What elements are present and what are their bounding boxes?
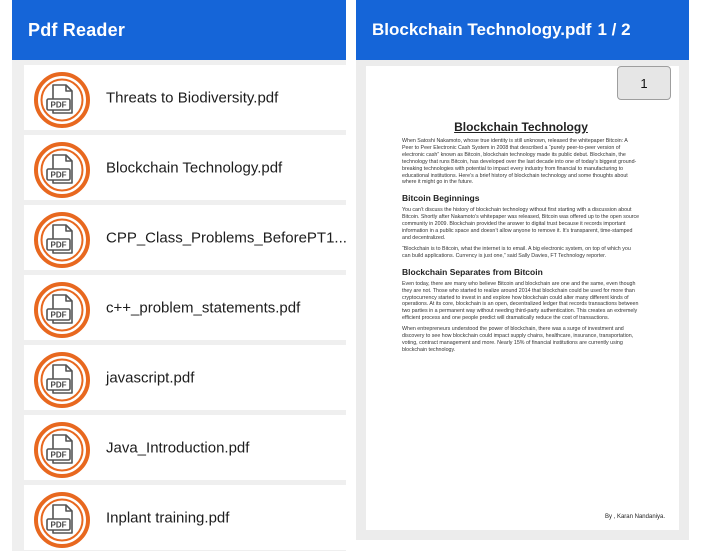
pdf-file-icon: PDF bbox=[34, 352, 90, 408]
pdf-icon-label: PDF bbox=[51, 171, 67, 180]
pdf-file-icon: PDF bbox=[34, 422, 90, 478]
pdf-reader-panel: Pdf Reader PDF Threats to Biodiversity.pd… bbox=[12, 0, 346, 551]
file-list-item[interactable]: PDF Blockchain Technology.pdf bbox=[24, 135, 346, 200]
doc-heading-beginnings: Bitcoin Beginnings bbox=[402, 193, 480, 204]
file-list-item[interactable]: PDF Threats to Biodiversity.pdf bbox=[24, 65, 346, 130]
file-list-item[interactable]: PDF javascript.pdf bbox=[24, 345, 346, 410]
pdf-file-icon: PDF bbox=[34, 212, 90, 268]
app-title: Pdf Reader bbox=[28, 19, 126, 40]
file-list-item[interactable]: PDF Java_Introduction.pdf bbox=[24, 415, 346, 480]
file-list-item[interactable]: PDF CPP_Class_Problems_BeforePT1.... bbox=[24, 205, 346, 270]
pdf-icon-label: PDF bbox=[51, 521, 67, 530]
pdf-icon-label: PDF bbox=[51, 311, 67, 320]
file-list-item[interactable]: PDF c++_problem_statements.pdf bbox=[24, 275, 346, 340]
file-list: PDF Threats to Biodiversity.pdf PDF Blockch… bbox=[24, 65, 346, 551]
doc-intro: When Satoshi Nakamoto, whose true identi… bbox=[402, 138, 637, 186]
file-name: Inplant training.pdf bbox=[106, 509, 230, 526]
file-name: Java_Introduction.pdf bbox=[106, 439, 250, 456]
doc-paragraph: Even today, there are many who believe B… bbox=[402, 280, 639, 322]
pdf-icon-label: PDF bbox=[51, 241, 67, 250]
doc-paragraph: “Blockchain is to Bitcoin, what the inte… bbox=[402, 245, 631, 259]
doc-author: By , Karan Nandaniya. bbox=[604, 514, 665, 520]
doc-title: Blockchain Technology bbox=[454, 120, 588, 134]
page-indicator: 1 / 2 bbox=[597, 20, 631, 39]
file-name: Threats to Biodiversity.pdf bbox=[106, 89, 279, 106]
file-name: CPP_Class_Problems_BeforePT1.... bbox=[106, 229, 346, 246]
file-name: javascript.pdf bbox=[106, 369, 195, 386]
file-name: Blockchain Technology.pdf bbox=[106, 159, 283, 176]
pdf-file-icon: PDF bbox=[34, 492, 90, 548]
app-bar: Pdf Reader bbox=[12, 0, 346, 60]
viewer-app-bar: Blockchain Technology.pdf 1 / 2 bbox=[356, 0, 689, 60]
pdf-icon-label: PDF bbox=[51, 451, 67, 460]
pdf-viewer-panel: Blockchain Technology.pdf 1 / 2 1 Blockc… bbox=[356, 0, 689, 540]
pdf-icon-label: PDF bbox=[51, 381, 67, 390]
file-list-item[interactable]: PDF Inplant training.pdf bbox=[24, 485, 346, 550]
doc-paragraph: When entrepreneurs understood the power … bbox=[402, 326, 634, 353]
pdf-file-icon: PDF bbox=[34, 72, 90, 128]
document-title: Blockchain Technology.pdf bbox=[372, 20, 592, 39]
pdf-icon-label: PDF bbox=[51, 101, 67, 110]
doc-paragraph: You can’t discuss the history of blockch… bbox=[402, 207, 640, 241]
document-content: Blockchain Technology When Satoshi Nakam… bbox=[402, 120, 640, 358]
pdf-file-icon: PDF bbox=[34, 142, 90, 198]
doc-heading-separates: Blockchain Separates from Bitcoin bbox=[402, 266, 543, 277]
file-name: c++_problem_statements.pdf bbox=[106, 299, 301, 316]
pdf-file-icon: PDF bbox=[34, 282, 90, 338]
page-number-badge: 1 bbox=[617, 66, 671, 100]
pdf-page[interactable]: 1 Blockchain Technology When Satoshi Nak… bbox=[366, 66, 679, 530]
